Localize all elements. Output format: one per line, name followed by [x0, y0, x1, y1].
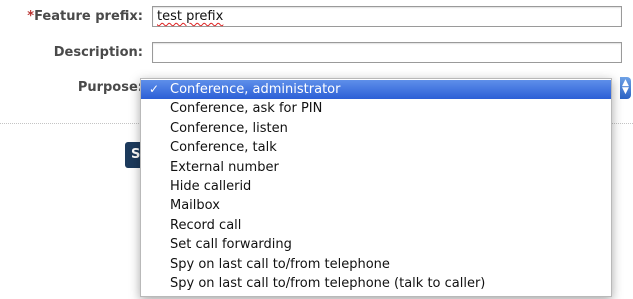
dropdown-option-label: Hide callerid [170, 178, 252, 194]
dropdown-option-label: Mailbox [170, 198, 220, 214]
purpose-label: Purpose: [77, 80, 143, 95]
dropdown-option-label: Record call [170, 217, 242, 233]
feature-prefix-label-text: Feature prefix: [34, 9, 143, 24]
purpose-select-arrows[interactable]: ▲ ▼ [620, 77, 631, 99]
dropdown-option[interactable]: Spy on last call to/from telephone (talk… [141, 274, 611, 293]
dropdown-option-label: Set call forwarding [170, 237, 292, 253]
dropdown-option-label: Spy on last call to/from telephone (talk… [170, 275, 486, 291]
checkmark-icon: ✓ [149, 82, 160, 96]
dropdown-option-label: External number [170, 159, 279, 175]
dropdown-option-label: Conference, talk [170, 140, 277, 156]
dropdown-option[interactable]: Conference, ask for PIN [141, 99, 611, 118]
dropdown-option[interactable]: Spy on last call to/from telephone [141, 255, 611, 274]
dropdown-option[interactable]: Record call [141, 216, 611, 235]
dropdown-option[interactable]: External number [141, 158, 611, 177]
dropdown-option-label: Conference, administrator [170, 82, 341, 97]
dropdown-option-label: Spy on last call to/from telephone [170, 256, 390, 272]
feature-prefix-label: *Feature prefix: [27, 9, 143, 24]
dropdown-option[interactable]: Hide callerid [141, 177, 611, 196]
dropdown-option[interactable]: Conference, listen [141, 119, 611, 138]
description-input[interactable] [152, 42, 622, 63]
dropdown-option-label: Conference, ask for PIN [170, 101, 323, 117]
dropdown-option[interactable]: ✓ Conference, administrator [141, 80, 611, 100]
description-label: Description: [53, 45, 143, 60]
dropdown-option[interactable]: Conference, talk [141, 138, 611, 157]
dropdown-option[interactable]: Mailbox [141, 196, 611, 215]
dropdown-option-label: Conference, listen [170, 120, 288, 136]
feature-prefix-input[interactable]: test prefix [152, 6, 622, 27]
dropdown-option[interactable]: Set call forwarding [141, 235, 611, 254]
purpose-dropdown-menu: ✓ Conference, administrator Conference, as… [140, 78, 612, 297]
feature-prefix-value: test prefix [157, 9, 224, 24]
updown-arrows-icon: ▲ ▼ [622, 78, 629, 96]
